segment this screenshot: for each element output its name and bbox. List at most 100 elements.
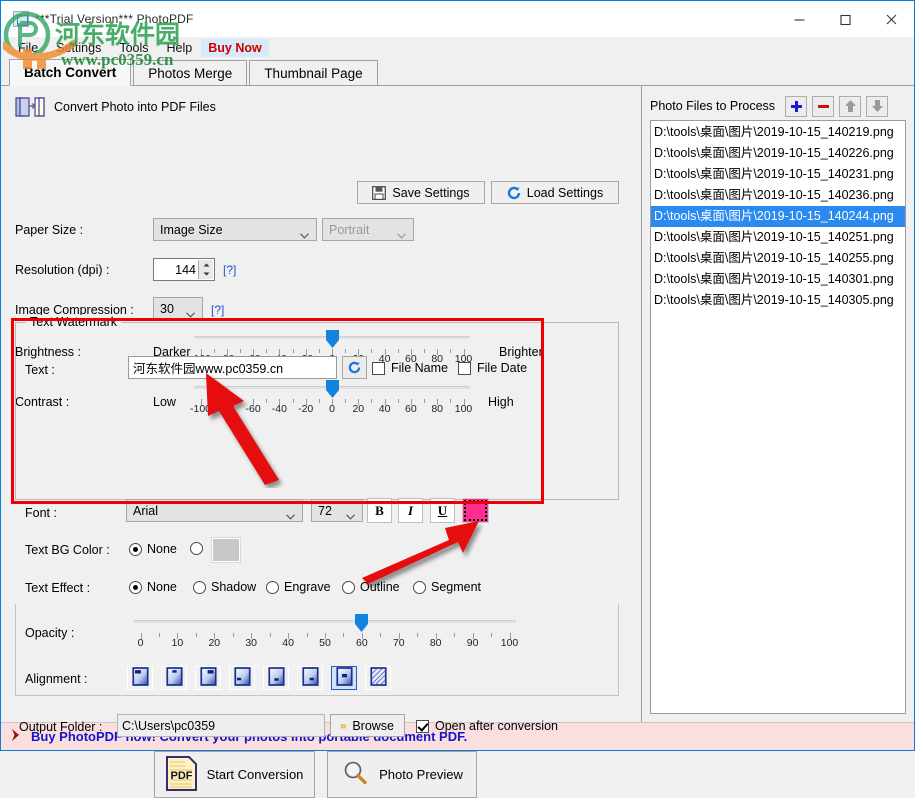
- tick-label: 80: [430, 637, 442, 649]
- maximize-icon[interactable]: [822, 1, 868, 37]
- alignment-option-top-center[interactable]: [161, 666, 187, 690]
- menu-bar: File Settings Tools Help Buy Now: [1, 37, 914, 59]
- alignment-option-top-left[interactable]: [127, 666, 153, 690]
- resolution-stepper[interactable]: [198, 260, 213, 279]
- text-effect-shadow-radio[interactable]: Shadow: [193, 580, 256, 594]
- alignment-option-bottom-center-a[interactable]: [263, 666, 289, 690]
- tick-label: 90: [467, 637, 479, 649]
- text-bg-color-swatch[interactable]: [212, 538, 240, 562]
- tick-label: 100: [501, 637, 519, 649]
- alignment-glyph-tile: [370, 667, 387, 689]
- close-icon[interactable]: [868, 1, 914, 37]
- stepper-down-icon[interactable]: [199, 270, 213, 280]
- text-bg-custom-radio[interactable]: [190, 542, 203, 555]
- output-folder-input[interactable]: C:\Users\pc0359: [117, 714, 325, 737]
- remove-files-button[interactable]: [812, 96, 834, 117]
- text-effect-segment-radio[interactable]: Segment: [413, 580, 481, 594]
- tab-thumbnail-page[interactable]: Thumbnail Page: [249, 60, 377, 85]
- tick-label: 60: [356, 637, 368, 649]
- text-effect-none-radio[interactable]: None: [129, 580, 177, 594]
- alignment-option-bottom-right[interactable]: [297, 666, 323, 690]
- file-list-item[interactable]: D:\tools\桌面\图片\2019-10-15_140305.png: [651, 290, 905, 311]
- radio-dot: [129, 543, 142, 556]
- watermark-text-input[interactable]: 河东软件园www.pc0359.cn: [128, 356, 337, 379]
- font-family-select[interactable]: Arial: [126, 499, 303, 522]
- stepper-up-icon[interactable]: [199, 260, 213, 270]
- move-down-button[interactable]: [866, 96, 888, 117]
- alignment-glyph-top-left: [132, 667, 149, 689]
- text-effect-outline-radio[interactable]: Outline: [342, 580, 400, 594]
- app-window: ***Trial Version*** PhotoPDF File Settin…: [0, 0, 915, 751]
- opacity-slider[interactable]: 0102030405060708090100: [134, 614, 516, 648]
- file-list-item[interactable]: D:\tools\桌面\图片\2019-10-15_140301.png: [651, 269, 905, 290]
- alignment-option-center[interactable]: [331, 666, 357, 690]
- move-up-button[interactable]: [839, 96, 861, 117]
- opacity-thumb[interactable]: [355, 614, 368, 632]
- file-date-label: File Date: [477, 361, 527, 375]
- font-size-value: 72: [318, 504, 332, 518]
- save-settings-label: Save Settings: [392, 186, 469, 200]
- text-bg-none-radio[interactable]: None: [129, 542, 177, 556]
- settings-panel: Convert Photo into PDF Files Save Settin…: [1, 86, 642, 722]
- image-compression-help-link[interactable]: [?]: [211, 303, 224, 317]
- tick-label: 30: [245, 637, 257, 649]
- menu-item-tools[interactable]: Tools: [110, 39, 157, 57]
- menu-item-buy-now[interactable]: Buy Now: [201, 39, 268, 57]
- checkbox-box: [458, 362, 471, 375]
- file-name-checkbox[interactable]: File Name: [372, 361, 448, 375]
- file-list[interactable]: D:\tools\桌面\图片\2019-10-15_140219.pngD:\t…: [650, 120, 906, 714]
- photo-preview-button[interactable]: Photo Preview: [327, 751, 477, 798]
- refresh-circle-icon: [507, 186, 521, 200]
- watermark-text-label: Text :: [25, 363, 55, 377]
- watermark-text-value: 河东软件园www.pc0359.cn: [133, 358, 283, 377]
- italic-button[interactable]: I: [398, 498, 423, 523]
- alignment-glyph-center: [336, 667, 353, 689]
- menu-item-file[interactable]: File: [9, 39, 47, 57]
- watermark-reset-button[interactable]: [342, 356, 367, 379]
- folder-icon: [341, 720, 346, 732]
- resolution-help-link[interactable]: [?]: [223, 263, 236, 277]
- checkbox-box: [416, 720, 429, 733]
- app-icon: [13, 11, 29, 27]
- alignment-option-tile[interactable]: [365, 666, 391, 690]
- file-list-item[interactable]: D:\tools\桌面\图片\2019-10-15_140236.png: [651, 185, 905, 206]
- load-settings-button[interactable]: Load Settings: [491, 181, 619, 204]
- file-list-item[interactable]: D:\tools\桌面\图片\2019-10-15_140255.png: [651, 248, 905, 269]
- menu-item-help[interactable]: Help: [158, 39, 202, 57]
- file-list-item[interactable]: D:\tools\桌面\图片\2019-10-15_140219.png: [651, 122, 905, 143]
- font-color-swatch[interactable]: [462, 498, 489, 523]
- font-size-select[interactable]: 72: [311, 499, 363, 522]
- bold-button[interactable]: B: [367, 498, 392, 523]
- alignment-glyph-top-right: [200, 667, 217, 689]
- save-settings-button[interactable]: Save Settings: [357, 181, 485, 204]
- resolution-input[interactable]: 144: [153, 258, 215, 281]
- underline-label: U: [438, 503, 447, 519]
- orientation-select[interactable]: Portrait: [322, 218, 414, 241]
- radio-dot: [193, 581, 206, 594]
- browse-button[interactable]: Browse: [330, 714, 405, 737]
- open-after-conversion-checkbox[interactable]: Open after conversion: [416, 719, 558, 733]
- minimize-icon[interactable]: [776, 1, 822, 37]
- text-watermark-group: Text Watermark: [15, 322, 619, 500]
- menu-item-settings[interactable]: Settings: [47, 39, 110, 57]
- tab-batch-convert[interactable]: Batch Convert: [9, 59, 131, 86]
- text-effect-engrave-radio[interactable]: Engrave: [266, 580, 331, 594]
- underline-button[interactable]: U: [430, 498, 455, 523]
- tab-photos-merge[interactable]: Photos Merge: [133, 60, 247, 85]
- arrow-down-icon: [871, 99, 884, 113]
- start-conversion-button[interactable]: PDF Start Conversion: [154, 751, 315, 798]
- alignment-option-bottom-left[interactable]: [229, 666, 255, 690]
- file-list-item[interactable]: D:\tools\桌面\图片\2019-10-15_140226.png: [651, 143, 905, 164]
- add-files-button[interactable]: [785, 96, 807, 117]
- file-list-item[interactable]: D:\tools\桌面\图片\2019-10-15_140231.png: [651, 164, 905, 185]
- image-compression-select[interactable]: 30: [153, 297, 203, 320]
- convert-photo-pdf-icon: [15, 96, 45, 118]
- alignment-glyph-bottom-center-a: [268, 667, 285, 689]
- chevron-down-icon: [300, 228, 309, 242]
- file-list-item[interactable]: D:\tools\桌面\图片\2019-10-15_140251.png: [651, 227, 905, 248]
- file-date-checkbox[interactable]: File Date: [458, 361, 527, 375]
- alignment-option-top-right[interactable]: [195, 666, 221, 690]
- paper-size-select[interactable]: Image Size: [153, 218, 317, 241]
- photo-preview-label: Photo Preview: [379, 767, 463, 782]
- file-list-item[interactable]: D:\tools\桌面\图片\2019-10-15_140244.png: [651, 206, 905, 227]
